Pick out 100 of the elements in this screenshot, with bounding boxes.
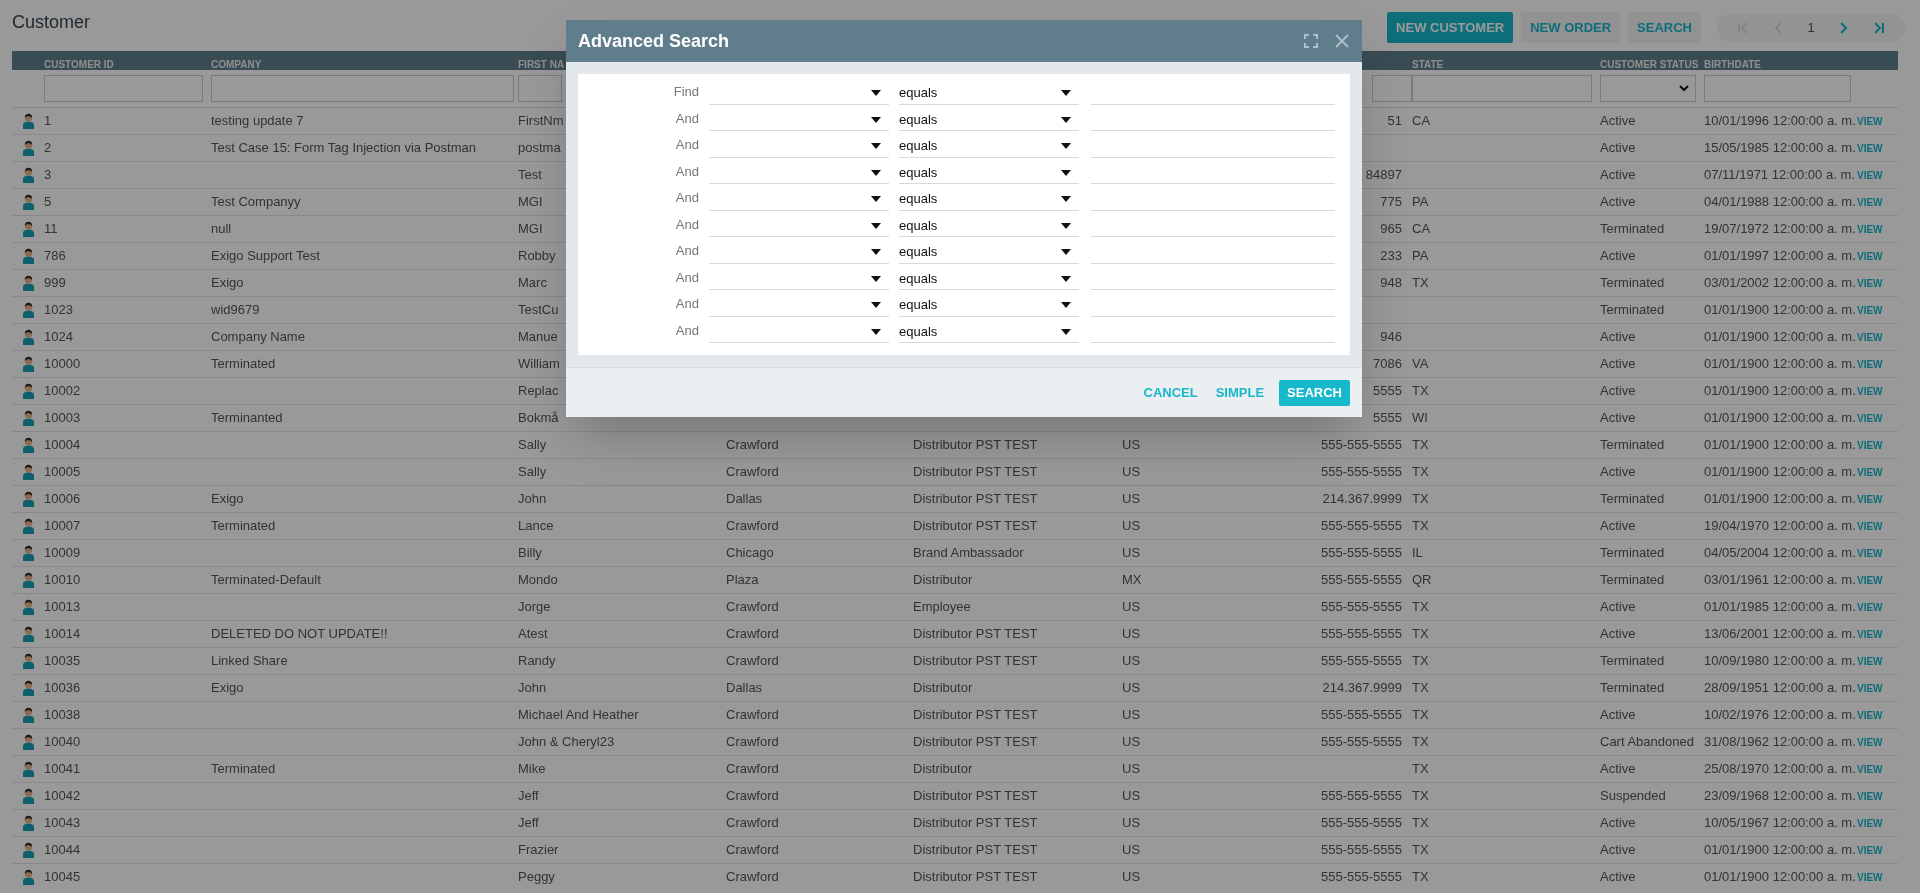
view-link[interactable]: VIEW xyxy=(1857,140,1883,156)
view-link[interactable]: VIEW xyxy=(1857,680,1883,696)
table-cell-text: Active xyxy=(1600,517,1636,536)
view-link[interactable]: VIEW xyxy=(1857,572,1883,588)
filter-field[interactable] xyxy=(1412,75,1592,102)
column-header[interactable]: BIRTHDATE xyxy=(1704,59,1762,70)
view-link[interactable]: VIEW xyxy=(1857,869,1883,885)
filter-field[interactable] xyxy=(1372,75,1412,102)
table-cell-text: 10/01/1996 12:00:00 a. m. xyxy=(1704,112,1856,131)
toolbar-button[interactable]: NEW CUSTOMER xyxy=(1387,12,1514,43)
operator-dropdown[interactable]: equals xyxy=(899,188,1079,211)
view-link[interactable]: VIEW xyxy=(1857,113,1883,129)
operator-dropdown[interactable]: equals xyxy=(899,109,1079,131)
view-link[interactable]: VIEW xyxy=(1857,815,1883,831)
view-link[interactable]: VIEW xyxy=(1857,599,1883,615)
table-cell-text: Manue xyxy=(518,328,558,347)
view-link[interactable]: VIEW xyxy=(1857,545,1883,561)
table-cell-text: Active xyxy=(1600,841,1636,860)
table-cell-text: 10013 xyxy=(44,598,81,617)
table-cell-text: TX xyxy=(1412,274,1429,293)
user-icon xyxy=(21,626,35,642)
text-button[interactable]: CANCEL xyxy=(1140,379,1201,406)
table-cell-text: US xyxy=(1122,706,1141,725)
view-link[interactable]: VIEW xyxy=(1857,410,1883,426)
table-cell-text: Distributor xyxy=(913,571,973,590)
filter-field[interactable] xyxy=(518,75,562,102)
view-link[interactable]: VIEW xyxy=(1857,653,1883,669)
table-cell-text: Active xyxy=(1600,814,1636,833)
table-cell-text: 555-555-5555 xyxy=(1321,733,1402,752)
view-link[interactable]: VIEW xyxy=(1857,302,1883,318)
filter-field[interactable] xyxy=(211,75,514,102)
caret-icon xyxy=(871,222,881,229)
operator-dropdown[interactable]: equals xyxy=(899,268,1079,290)
user-icon xyxy=(21,788,35,804)
operator-dropdown[interactable]: equals xyxy=(899,294,1079,317)
filter-dropdown[interactable] xyxy=(1600,75,1696,102)
table-cell-text: 19/07/1972 12:00:00 a. m. xyxy=(1704,220,1856,239)
table-cell-text: Terminated xyxy=(211,517,276,536)
table-cell-text: 01/01/1997 12:00:00 a. m. xyxy=(1704,247,1856,266)
last-page-icon[interactable] xyxy=(1872,20,1887,35)
table-cell-text: TX xyxy=(1412,625,1429,644)
view-link[interactable]: VIEW xyxy=(1857,383,1883,399)
view-link[interactable]: VIEW xyxy=(1857,518,1883,534)
table-cell-text: US xyxy=(1122,436,1141,455)
search-button[interactable]: SEARCH xyxy=(1279,379,1350,406)
view-link[interactable]: VIEW xyxy=(1857,221,1883,237)
user-icon xyxy=(21,572,35,588)
caret-icon xyxy=(871,169,881,176)
filter-field[interactable] xyxy=(1704,75,1851,102)
table-cell-text: Brand Ambassador xyxy=(913,544,1024,563)
operator-dropdown[interactable]: equals xyxy=(899,82,1079,105)
criteria-label: And xyxy=(674,242,699,260)
view-link[interactable]: VIEW xyxy=(1857,491,1883,507)
operator-dropdown[interactable]: equals xyxy=(899,215,1079,237)
view-link[interactable]: VIEW xyxy=(1857,734,1883,750)
table-cell-text: Crawford xyxy=(726,787,779,806)
toolbar-button[interactable]: SEARCH xyxy=(1628,12,1701,43)
column-header[interactable]: STATE xyxy=(1412,59,1444,70)
table-cell-text: Sally xyxy=(518,463,547,482)
view-link[interactable]: VIEW xyxy=(1857,248,1883,264)
view-link[interactable]: VIEW xyxy=(1857,167,1883,183)
fullscreen-icon[interactable] xyxy=(1304,34,1318,48)
filter-field[interactable] xyxy=(44,75,203,102)
close-icon[interactable] xyxy=(1334,33,1350,49)
view-link[interactable]: VIEW xyxy=(1857,437,1883,453)
view-link[interactable]: VIEW xyxy=(1857,626,1883,642)
view-link[interactable]: VIEW xyxy=(1857,194,1883,210)
view-link[interactable]: VIEW xyxy=(1857,356,1883,372)
table-cell-text: US xyxy=(1122,814,1141,833)
operator-dropdown[interactable]: equals xyxy=(899,321,1079,343)
table-cell-text: 01/01/1900 12:00:00 a. m. xyxy=(1704,841,1856,860)
view-link[interactable]: VIEW xyxy=(1857,788,1883,804)
view-link[interactable]: VIEW xyxy=(1857,464,1883,480)
table-cell-text: 7086 xyxy=(1373,355,1402,374)
table-cell-text: Jeff xyxy=(518,814,539,833)
table-cell-text: Suspended xyxy=(1600,787,1666,806)
column-header[interactable]: CUSTOMER ID xyxy=(44,59,114,70)
column-header[interactable]: FIRST NA xyxy=(518,59,565,70)
toolbar-button[interactable]: NEW ORDER xyxy=(1521,12,1621,43)
text-button[interactable]: SIMPLE xyxy=(1212,379,1268,406)
column-header[interactable]: CUSTOMER STATUS xyxy=(1600,59,1699,70)
table-cell-text: Distributor PST TEST xyxy=(913,787,1038,806)
operator-dropdown[interactable]: equals xyxy=(899,162,1079,184)
table-cell-text: US xyxy=(1122,652,1141,671)
table-cell-text: Crawford xyxy=(726,625,779,644)
table-cell-text: TX xyxy=(1412,760,1429,779)
operator-dropdown[interactable]: equals xyxy=(899,241,1079,264)
view-link[interactable]: VIEW xyxy=(1857,842,1883,858)
table-cell-text: MGI xyxy=(518,220,543,239)
view-link[interactable]: VIEW xyxy=(1857,275,1883,291)
operator-dropdown[interactable]: equals xyxy=(899,135,1079,158)
table-cell-text: 555-555-5555 xyxy=(1321,517,1402,536)
table-cell-text: PA xyxy=(1412,247,1429,266)
view-link[interactable]: VIEW xyxy=(1857,761,1883,777)
column-header[interactable]: COMPANY xyxy=(211,59,262,70)
view-link[interactable]: VIEW xyxy=(1857,707,1883,723)
table-cell-text: TX xyxy=(1412,652,1429,671)
view-link[interactable]: VIEW xyxy=(1857,329,1883,345)
page-number[interactable]: 1 xyxy=(1807,17,1815,38)
table-cell-text: John xyxy=(518,679,547,698)
